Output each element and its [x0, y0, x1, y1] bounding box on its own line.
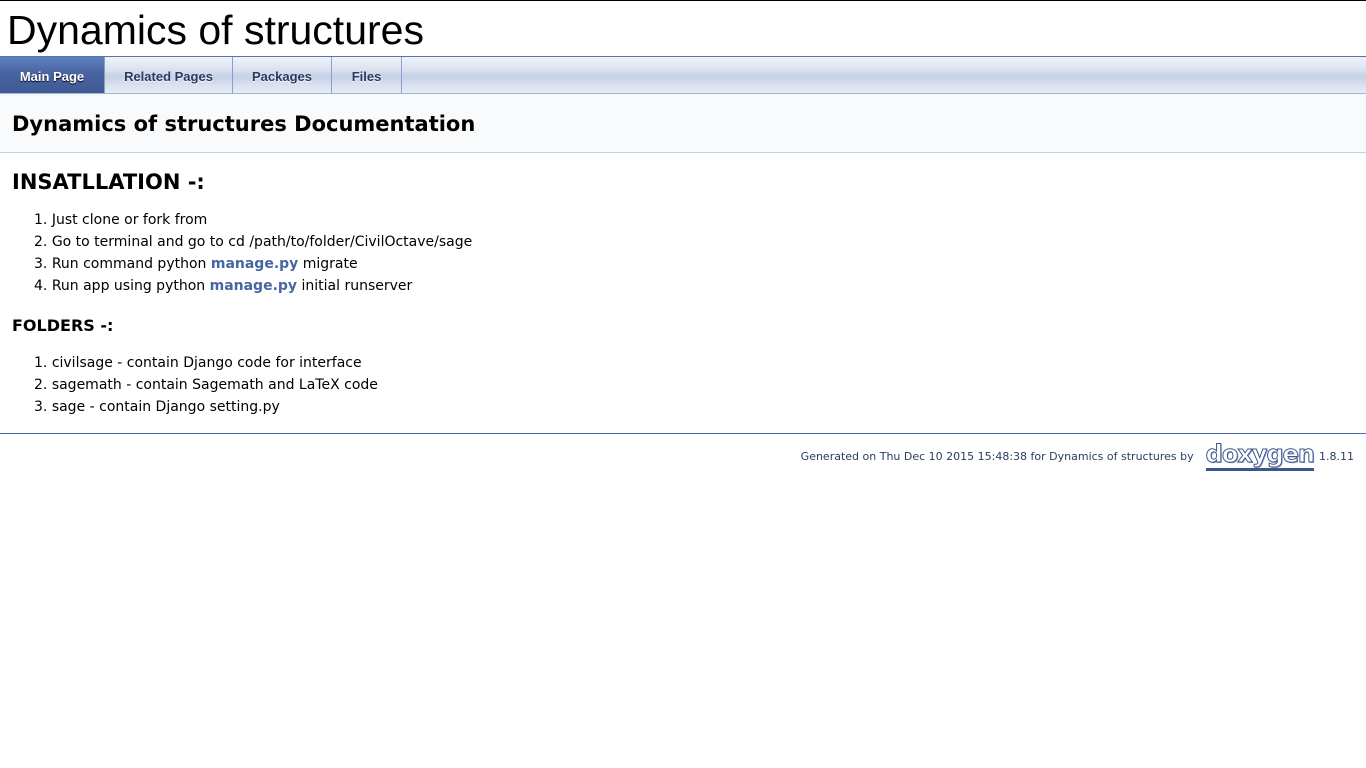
list-number: 3.: [34, 256, 48, 272]
manage-py-link[interactable]: manage.py: [211, 256, 298, 272]
list-number: 1.: [34, 212, 48, 228]
tab-main-page-label: Main Page: [19, 69, 85, 84]
list-item: 2. sagemath - contain Sagemath and LaTeX…: [34, 374, 378, 396]
tab-related-pages-label: Related Pages: [124, 69, 213, 84]
folders-list: 1. civilsage - contain Django code for i…: [34, 352, 378, 418]
navigation-tabs: Main Page Related Pages Packages Files: [0, 57, 1366, 94]
tab-related-pages[interactable]: Related Pages: [105, 57, 233, 93]
list-text: sage - contain Django setting.py: [51, 399, 280, 415]
list-item: 4. Run app using python manage.py initia…: [34, 275, 472, 297]
list-text: civilsage - contain Django code for inte…: [51, 355, 362, 371]
installation-steps-list: 1. Just clone or fork from 2. Go to term…: [34, 209, 472, 297]
list-number: 1.: [34, 355, 48, 371]
page-title: Dynamics of structures Documentation: [12, 112, 476, 136]
list-item: 2. Go to terminal and go to cd /path/to/…: [34, 231, 472, 253]
list-text: Go to terminal and go to cd /path/to/fol…: [51, 234, 473, 250]
list-number: 3.: [34, 399, 48, 415]
doxygen-version: 1.8.11: [1319, 450, 1354, 463]
list-number: 2.: [34, 234, 48, 250]
footer-address: Generated on Thu Dec 10 2015 15:48:38 fo…: [801, 442, 1354, 471]
generated-text: Generated on Thu Dec 10 2015 15:48:38 fo…: [800, 450, 1194, 463]
doxygen-logo[interactable]: doxygen: [1205, 442, 1316, 471]
tab-main-page[interactable]: Main Page: [0, 57, 105, 93]
list-text-suffix: initial runserver: [297, 278, 413, 294]
manage-py-link[interactable]: manage.py: [210, 278, 297, 294]
list-item: 1. civilsage - contain Django code for i…: [34, 352, 378, 374]
tab-packages-label: Packages: [252, 69, 312, 84]
list-number: 4.: [34, 278, 48, 294]
page-header: Dynamics of structures Documentation: [0, 94, 1366, 153]
tab-packages[interactable]: Packages: [233, 57, 332, 93]
list-text-prefix: Run app using python: [51, 278, 210, 294]
footer: Generated on Thu Dec 10 2015 15:48:38 fo…: [0, 433, 1366, 478]
list-text-suffix: migrate: [298, 256, 358, 272]
list-item: 1. Just clone or fork from: [34, 209, 472, 231]
tab-files-label: Files: [351, 69, 382, 84]
tab-files[interactable]: Files: [332, 57, 402, 93]
list-item: 3. Run command python manage.py migrate: [34, 253, 472, 275]
list-number: 2.: [34, 377, 48, 393]
folders-heading: FOLDERS -:: [12, 316, 114, 335]
project-name: Dynamics of structures: [7, 7, 424, 53]
list-text: sagemath - contain Sagemath and LaTeX co…: [51, 377, 378, 393]
title-area: Dynamics of structures: [0, 0, 1366, 57]
installation-heading: INSATLLATION -:: [12, 170, 205, 194]
list-text: Just clone or fork from: [51, 212, 208, 228]
list-text-prefix: Run command python: [51, 256, 211, 272]
list-item: 3. sage - contain Django setting.py: [34, 396, 378, 418]
